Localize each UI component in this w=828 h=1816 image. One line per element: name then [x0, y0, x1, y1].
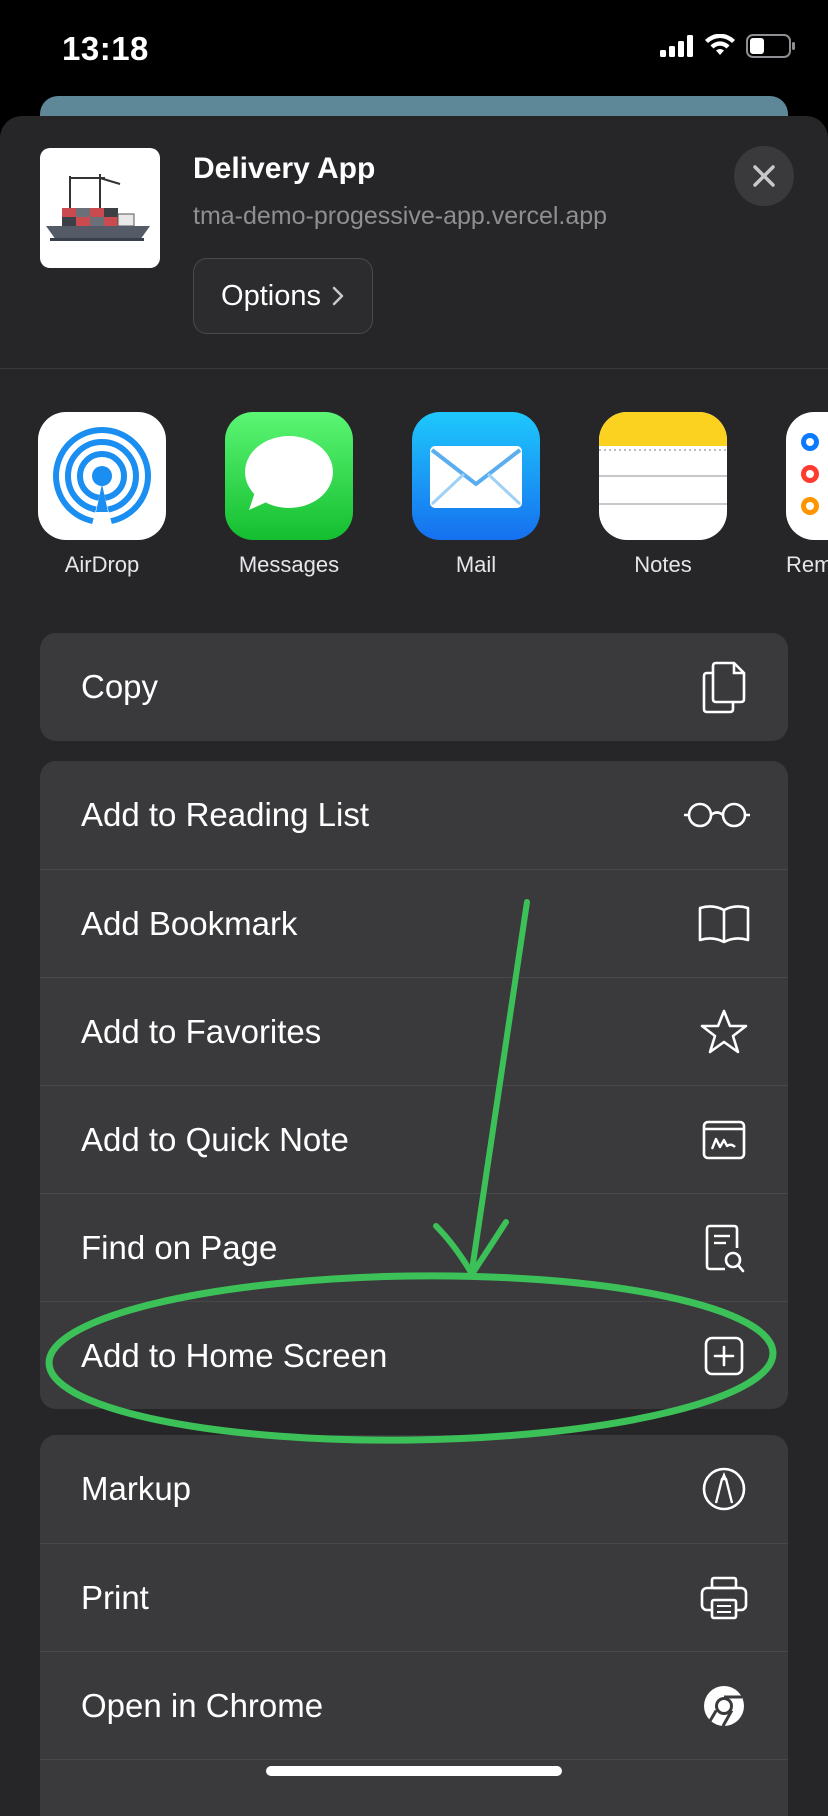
action-label: Find on Page [81, 1228, 278, 1266]
action-open-in-chrome[interactable]: Open in Chrome [40, 1651, 788, 1759]
share-sheet: Delivery App tma-demo-progessive-app.ver… [0, 116, 828, 1816]
status-time: 13:18 [62, 30, 149, 67]
action-label: Open in Chrome [81, 1686, 324, 1724]
action-label: Add to Favorites [81, 1012, 322, 1050]
action-add-bookmark[interactable]: Add Bookmark [40, 869, 788, 977]
action-label: Print [81, 1578, 149, 1616]
app-title: Delivery App [193, 152, 376, 185]
options-label: Options [221, 279, 321, 312]
action-label: Markup [81, 1470, 192, 1507]
action-label: Add Bookmark [81, 904, 298, 942]
status-icons [660, 34, 796, 58]
action-copy[interactable]: Copy [40, 633, 788, 741]
app-url: tma-demo-progessive-app.vercel.app [193, 202, 608, 230]
action-label: Add to Quick Note [81, 1120, 349, 1158]
action-print[interactable]: Print [40, 1543, 788, 1651]
cargo-ship-icon [46, 174, 150, 241]
action-label: Add to Home Screen [81, 1336, 388, 1374]
chevron-right-icon [332, 286, 344, 306]
action-group-page: Add to Reading List Add Bookmark Add to … [40, 761, 788, 1409]
close-button[interactable] [734, 146, 794, 206]
printer-icon [696, 1570, 752, 1626]
action-add-to-reading-list[interactable]: Add to Reading List [40, 761, 788, 869]
action-add-to-quick-note[interactable]: Add to Quick Note [40, 1085, 788, 1193]
close-icon [753, 165, 775, 187]
find-on-page-icon [696, 1220, 752, 1276]
signal-icon [660, 35, 693, 57]
app-thumbnail [40, 148, 160, 268]
wifi-icon [705, 34, 735, 55]
mail-icon [412, 412, 540, 540]
action-label: Add to Reading List [81, 796, 370, 833]
share-target-messages[interactable]: Messages [225, 412, 353, 577]
share-target-reminders[interactable]: Rem [786, 412, 828, 577]
action-add-to-favorites[interactable]: Add to Favorites [40, 977, 788, 1085]
messages-icon [225, 412, 353, 540]
share-target-notes[interactable]: Notes [599, 412, 727, 577]
copy-icon [696, 659, 752, 715]
share-targets-row: AirDrop Messages Mail Notes Rem [0, 412, 828, 592]
airdrop-icon [38, 412, 166, 540]
action-add-to-home-screen[interactable]: Add to Home Screen [40, 1301, 788, 1409]
status-bar: 13:18 [0, 0, 828, 100]
quick-note-icon [696, 1112, 752, 1168]
notes-icon [599, 412, 727, 540]
action-find-on-page[interactable]: Find on Page [40, 1193, 788, 1301]
action-group-other: Markup Print Open in Chrome [40, 1435, 788, 1816]
add-square-icon [696, 1328, 752, 1384]
action-label: Copy [81, 668, 159, 705]
share-target-label: AirDrop [64, 552, 140, 577]
share-target-label: Mail [455, 552, 497, 577]
header-divider [0, 368, 828, 369]
share-target-airdrop[interactable]: AirDrop [38, 412, 166, 577]
book-icon [696, 896, 752, 952]
share-target-label: Rem [786, 552, 828, 577]
chrome-icon [696, 1678, 752, 1734]
share-target-mail[interactable]: Mail [412, 412, 540, 577]
action-markup[interactable]: Markup [40, 1435, 788, 1543]
share-target-label: Messages [238, 552, 340, 577]
share-target-label: Notes [634, 552, 692, 577]
home-indicator [266, 1766, 562, 1776]
markup-icon [696, 1461, 752, 1517]
options-button[interactable]: Options [193, 258, 373, 334]
battery-icon [746, 34, 795, 58]
action-group-copy: Copy [40, 633, 788, 741]
star-icon [696, 1004, 752, 1060]
glasses-icon [682, 787, 752, 843]
reminders-icon [786, 412, 828, 540]
